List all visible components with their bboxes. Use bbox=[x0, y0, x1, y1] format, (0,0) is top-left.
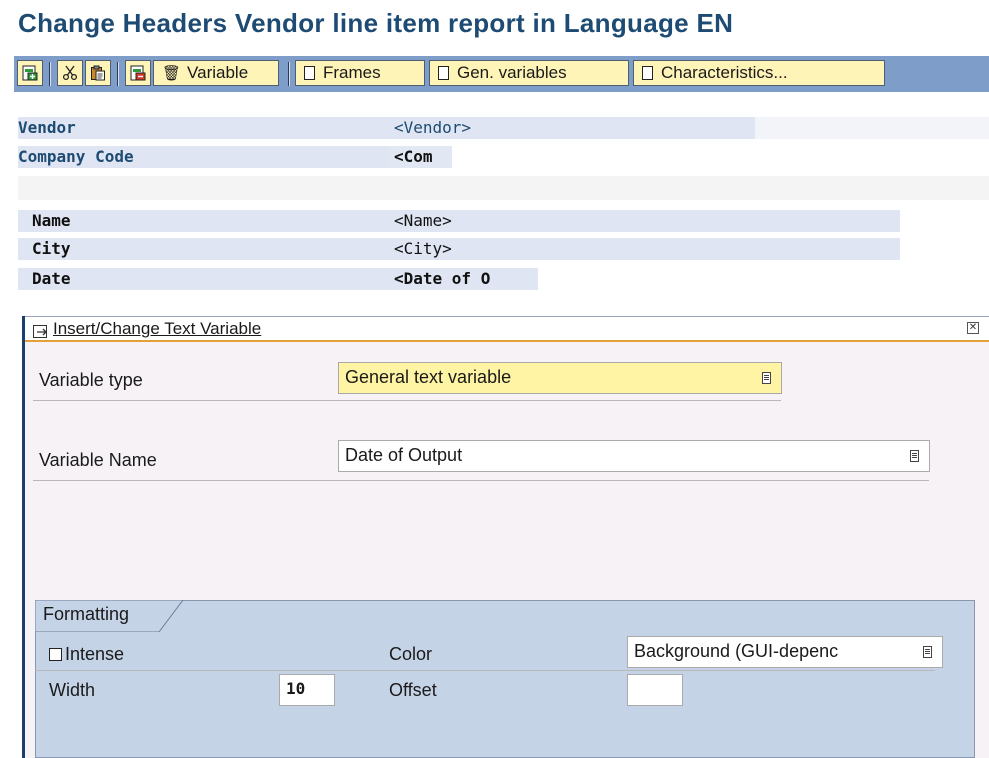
frames-button-label: Frames bbox=[323, 63, 381, 82]
dialog-titlebar: Insert/Change Text Variable ✕ bbox=[25, 316, 989, 342]
frames-button[interactable]: Frames bbox=[295, 60, 425, 86]
variable-type-label: Variable type bbox=[39, 370, 143, 390]
field-underline bbox=[33, 400, 781, 401]
body-row bbox=[18, 210, 900, 232]
color-value: Background (GUI-depenc bbox=[634, 641, 839, 661]
header-label-vendor: Vendor bbox=[18, 118, 76, 137]
header-row bbox=[18, 117, 755, 139]
delete-row-icon[interactable] bbox=[125, 60, 151, 86]
toolbar-separator bbox=[288, 62, 290, 86]
text-variable-dialog: Insert/Change Text Variable ✕ Variable t… bbox=[22, 316, 989, 758]
formatting-tab-label: Formatting bbox=[43, 604, 130, 624]
gen-variables-button-label: Gen. variables bbox=[457, 63, 567, 82]
application-toolbar: 🗑 Variable Frames Gen. variables Charact… bbox=[14, 56, 989, 92]
body-row bbox=[18, 238, 900, 260]
characteristics-button[interactable]: Characteristics... bbox=[633, 60, 885, 86]
variable-button[interactable]: 🗑 Variable bbox=[153, 60, 279, 86]
value-help-icon[interactable] bbox=[762, 372, 771, 384]
body-value-name[interactable]: <Name> bbox=[394, 210, 452, 232]
value-help-icon[interactable] bbox=[910, 450, 919, 462]
variable-name-select[interactable]: Date of Output bbox=[338, 440, 930, 472]
document-icon bbox=[304, 66, 315, 80]
variable-type-value: General text variable bbox=[345, 367, 512, 387]
gen-variables-button[interactable]: Gen. variables bbox=[429, 60, 629, 86]
page-title: Change Headers Vendor line item report i… bbox=[18, 8, 734, 38]
color-select[interactable]: Background (GUI-depenc bbox=[627, 636, 943, 668]
color-label: Color bbox=[389, 644, 433, 664]
variable-type-select[interactable]: General text variable bbox=[338, 362, 782, 394]
close-icon[interactable]: ✕ bbox=[967, 322, 979, 334]
intense-checkbox[interactable]: Intense bbox=[49, 644, 124, 665]
cut-icon[interactable] bbox=[57, 60, 83, 86]
variable-name-label: Variable Name bbox=[39, 450, 157, 470]
width-label: Width bbox=[49, 680, 96, 700]
checkbox-icon[interactable] bbox=[49, 648, 62, 661]
offset-label: Offset bbox=[389, 680, 437, 700]
width-input[interactable]: 10 bbox=[279, 674, 335, 706]
spacer-row bbox=[18, 176, 989, 200]
toolbar-separator bbox=[49, 62, 51, 86]
field-underline bbox=[35, 670, 935, 671]
toolbar-separator bbox=[117, 62, 119, 86]
document-icon bbox=[438, 66, 449, 80]
body-value-date[interactable]: <Date of O bbox=[394, 268, 490, 290]
insert-row-icon[interactable] bbox=[17, 60, 43, 86]
body-value-city[interactable]: <City> bbox=[394, 238, 452, 260]
trash-icon: 🗑 bbox=[162, 65, 182, 82]
document-icon bbox=[642, 66, 653, 80]
characteristics-button-label: Characteristics... bbox=[661, 63, 788, 82]
field-underline bbox=[33, 480, 929, 481]
header-value-vendor[interactable]: <Vendor> bbox=[394, 117, 471, 139]
header-value-company-code[interactable]: <Com bbox=[394, 146, 433, 168]
intense-label: Intense bbox=[65, 644, 125, 664]
dialog-window-icon bbox=[33, 322, 49, 346]
header-label-company-code: Company Code bbox=[18, 147, 134, 166]
offset-input[interactable] bbox=[627, 674, 683, 706]
body-label-city: City bbox=[32, 239, 71, 258]
dialog-title: Insert/Change Text Variable bbox=[53, 319, 262, 338]
paste-icon[interactable] bbox=[85, 60, 111, 86]
variable-name-value: Date of Output bbox=[345, 445, 463, 465]
body-label-name: Name bbox=[32, 211, 71, 230]
variable-button-label: Variable bbox=[187, 63, 249, 82]
body-label-date: Date bbox=[32, 269, 71, 288]
header-row-filler bbox=[755, 117, 989, 139]
value-help-icon[interactable] bbox=[923, 646, 932, 658]
